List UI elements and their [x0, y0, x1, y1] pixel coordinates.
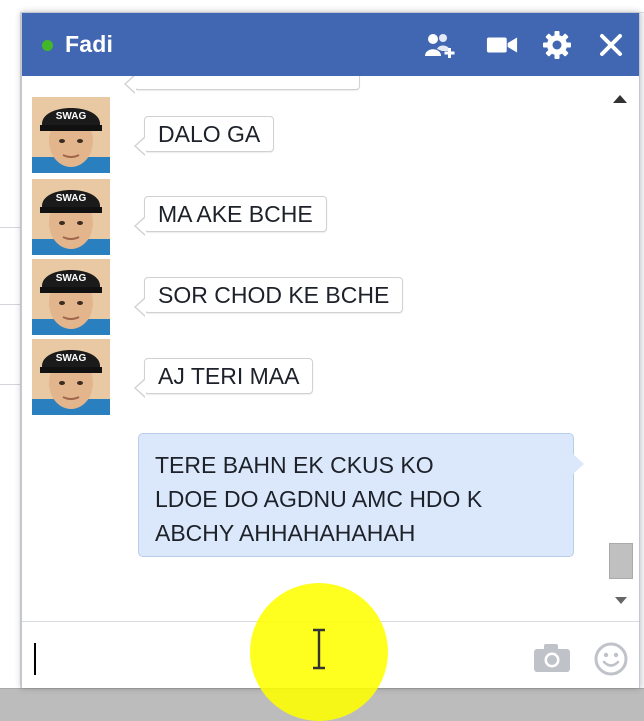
svg-text:SWAG: SWAG: [56, 273, 87, 284]
svg-text:SWAG: SWAG: [56, 193, 87, 204]
text-cursor-icon: [313, 628, 325, 670]
scroll-down-arrow-icon[interactable]: [615, 597, 627, 604]
my-message-line: LDOE DO AGDNU AMC HDO K: [155, 486, 483, 512]
background-divider: [0, 384, 20, 385]
online-status-icon: [42, 40, 53, 51]
message-thread[interactable]: SWAG DALO GA SWAG MA AKE BCHE SWAG SOR C…: [22, 76, 639, 621]
my-message-line: TERE BAHN EK CKUS KO: [155, 452, 434, 478]
message-bubble: AJ TERI MAA: [133, 358, 314, 398]
emoji-icon[interactable]: [594, 642, 628, 676]
background-left-strip: [0, 12, 21, 692]
avatar[interactable]: SWAG: [32, 259, 110, 335]
scroll-up-arrow-icon[interactable]: [613, 95, 627, 103]
avatar[interactable]: SWAG: [32, 179, 110, 255]
my-message-line: ABCHY AHHAHAHAHAH: [155, 520, 416, 546]
message-bubble: SOR CHOD KE BCHE: [133, 277, 404, 317]
avatar[interactable]: SWAG: [32, 339, 110, 415]
avatar[interactable]: SWAG: [32, 97, 110, 173]
gear-icon[interactable]: [541, 29, 573, 61]
contact-name[interactable]: Fadi: [65, 31, 113, 58]
video-call-icon[interactable]: [486, 29, 518, 61]
message-bubble-partial: [124, 76, 360, 94]
background-divider: [0, 304, 20, 305]
scrollbar-thumb[interactable]: [609, 543, 633, 579]
message-bubble: DALO GA: [133, 116, 275, 156]
close-icon[interactable]: [595, 29, 627, 61]
add-friend-icon[interactable]: [424, 29, 456, 61]
camera-icon[interactable]: [532, 642, 572, 674]
svg-text:SWAG: SWAG: [56, 111, 87, 122]
chat-header[interactable]: Fadi: [22, 13, 639, 76]
my-message-bubble: TERE BAHN EK CKUS KO LDOE DO AGDNU AMC H…: [138, 433, 584, 557]
text-caret: [34, 643, 36, 675]
background-divider: [0, 227, 20, 228]
svg-text:SWAG: SWAG: [56, 353, 87, 364]
message-bubble: MA AKE BCHE: [134, 196, 327, 236]
